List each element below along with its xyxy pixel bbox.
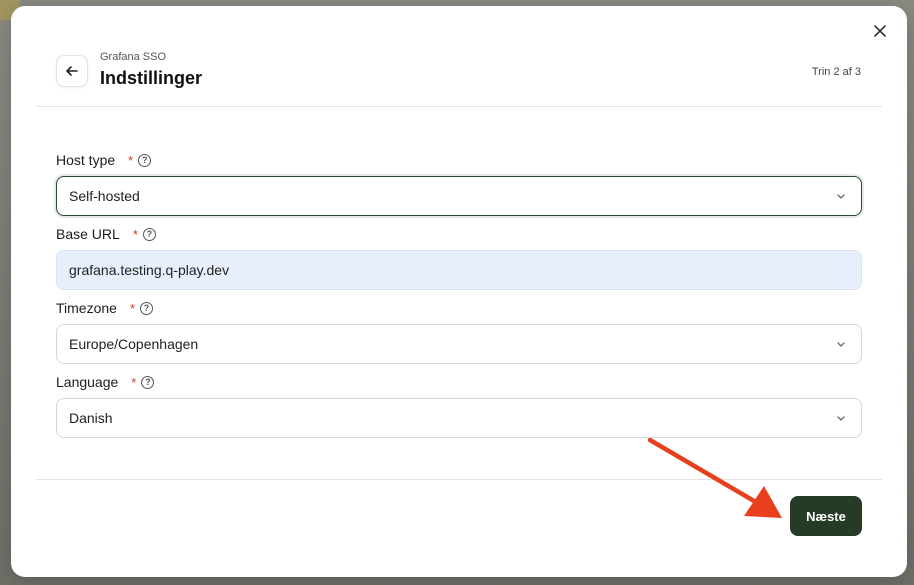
modal-header: Grafana SSO Indstillinger Trin 2 af 3 [36,6,882,107]
next-button[interactable]: Næste [790,496,862,536]
base-url-value: grafana.testing.q-play.dev [69,262,230,278]
chevron-down-icon [837,416,845,421]
timezone-label: Timezone [56,300,117,316]
language-label: Language [56,374,119,390]
host-type-label: Host type [56,152,116,168]
language-field: Language * ? Danish [56,372,862,438]
language-value: Danish [69,410,113,426]
step-indicator: Trin 2 af 3 [811,66,861,78]
host-type-value: Self-hosted [69,188,140,204]
base-url-input[interactable]: grafana.testing.q-play.dev [56,250,862,290]
base-url-label: Base URL [56,226,120,242]
settings-modal: Grafana SSO Indstillinger Trin 2 af 3 Ho… [11,6,907,577]
help-icon[interactable]: ? [138,153,152,167]
chevron-down-icon [837,342,845,347]
help-icon[interactable]: ? [142,227,156,241]
required-marker: * [128,152,134,168]
back-arrow-icon [66,66,78,76]
integration-name: Grafana SSO [100,51,167,63]
timezone-field: Timezone * ? Europe/Copenhagen [56,298,862,364]
annotation-arrow [648,438,782,518]
timezone-select[interactable]: Europe/Copenhagen [56,324,862,364]
chevron-down-icon [837,194,845,199]
language-select[interactable]: Danish [56,398,862,438]
base-url-field: Base URL * ? grafana.testing.q-play.dev [56,224,862,290]
host-type-select[interactable]: Self-hosted [56,176,862,216]
back-button[interactable] [56,55,88,87]
page-title: Indstillinger [100,68,203,88]
help-icon[interactable]: ? [141,375,155,389]
required-marker: * [129,300,136,316]
required-marker: * [131,374,137,390]
timezone-value: Europe/Copenhagen [69,336,199,352]
help-icon[interactable]: ? [140,301,154,315]
host-type-field: Host type * ? Self-hosted [56,150,862,216]
required-marker: * [132,226,138,242]
settings-form: Host type * ? Self-hosted Base URL * ? g… [56,150,862,446]
